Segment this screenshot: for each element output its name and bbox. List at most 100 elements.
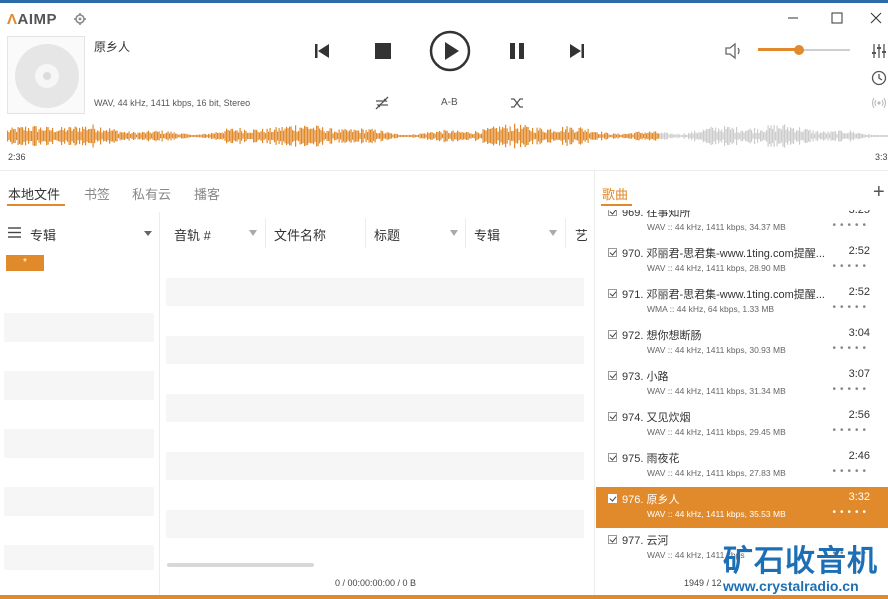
play-icon[interactable] — [429, 30, 471, 72]
filter-icon[interactable] — [549, 230, 557, 236]
tab-local-files[interactable]: 本地文件 — [8, 184, 60, 203]
rating-dots[interactable]: ••••• — [832, 507, 870, 518]
filter-icon[interactable] — [249, 230, 257, 236]
playlist-item-title: 976. 原乡人 — [622, 494, 680, 506]
radio-broadcast-icon[interactable] — [871, 95, 887, 111]
checkbox[interactable] — [608, 210, 617, 216]
list-row-stripe — [4, 313, 154, 342]
tab-podcasts[interactable]: 播客 — [194, 184, 220, 203]
checkbox[interactable] — [608, 330, 617, 339]
column-title[interactable]: 标题 — [374, 225, 400, 244]
column-separator[interactable] — [365, 218, 366, 248]
now-playing-info: WAV, 44 kHz, 1411 kbps, 16 bit, Stereo — [94, 98, 251, 108]
rating-dots[interactable]: ••••• — [832, 466, 870, 477]
rating-dots[interactable]: ••••• — [832, 343, 870, 354]
playlist-item-title: 975. 雨夜花 — [622, 453, 680, 465]
column-separator[interactable] — [565, 218, 566, 248]
rating-dots[interactable]: ••••• — [832, 302, 870, 313]
rating-dots[interactable]: ••••• — [832, 261, 870, 272]
divider — [159, 212, 160, 596]
checkbox[interactable] — [608, 371, 617, 380]
watermark-url: www.crystalradio.cn — [723, 578, 859, 594]
playlist[interactable]: 969. 往事知所 3:25 WAV :: 44 kHz, 1411 kbps, 3… — [596, 210, 888, 570]
playlist-item-meta: WAV :: 44 kHz, 1411 kbps, 31.34 MB — [647, 386, 786, 396]
playlist-item-meta: WAV :: 44 kHz, 1411 kbps, 28.90 MB — [647, 263, 786, 273]
column-separator[interactable] — [265, 218, 266, 248]
next-icon[interactable] — [567, 41, 587, 61]
clock-icon[interactable] — [871, 70, 887, 86]
add-playlist-button[interactable]: + — [873, 182, 885, 202]
playlist-item[interactable]: 972. 想你想断肠 3:04 WAV :: 44 kHz, 1411 kbps, … — [596, 323, 888, 364]
table-row — [166, 510, 584, 538]
playlist-item-duration: 3:07 — [848, 368, 870, 380]
column-separator[interactable] — [465, 218, 466, 248]
volume-icon[interactable] — [724, 42, 744, 60]
minimize-icon[interactable] — [783, 8, 803, 28]
playlist-item-title: 970. 邓丽君-思君集-www.1ting.com提醒... — [622, 248, 825, 260]
total-time: 3:32 — [875, 152, 888, 162]
watermark: 矿石收音机 — [723, 545, 878, 578]
album-cover — [7, 36, 85, 114]
playlist-item[interactable]: 976. 原乡人 3:32 WAV :: 44 kHz, 1411 kbps, 35… — [596, 487, 888, 528]
stop-icon[interactable] — [373, 41, 393, 61]
checkbox[interactable] — [608, 412, 617, 421]
playlist-item-meta: WMA :: 44 kHz, 64 kbps, 1.33 MB — [647, 304, 775, 314]
shuffle-icon[interactable] — [509, 95, 525, 111]
waveform-seekbar[interactable] — [7, 122, 888, 150]
previous-icon[interactable] — [312, 41, 332, 61]
album-all-item[interactable]: * — [6, 255, 44, 271]
checkbox[interactable] — [608, 289, 617, 298]
playlist-item[interactable]: 971. 邓丽君-思君集-www.1ting.com提醒... 2:52 WMA :… — [596, 282, 888, 323]
column-file-name[interactable]: 文件名称 — [274, 225, 326, 244]
playlist-item[interactable]: 970. 邓丽君-思君集-www.1ting.com提醒... 2:52 WAV :… — [596, 241, 888, 282]
rating-dots[interactable]: ••••• — [832, 425, 870, 436]
tab-private-cloud[interactable]: 私有云 — [132, 184, 171, 203]
chevron-down-icon[interactable] — [144, 231, 152, 236]
equalizer-icon[interactable] — [871, 43, 887, 59]
checkbox[interactable] — [608, 248, 617, 257]
volume-handle[interactable] — [794, 45, 805, 55]
list-row-stripe — [4, 371, 154, 400]
close-icon[interactable] — [866, 8, 886, 28]
rating-dots[interactable]: ••••• — [832, 220, 870, 231]
rating-dots[interactable]: ••••• — [832, 384, 870, 395]
playlist-item-duration: 3:25 — [848, 210, 870, 216]
playlist-item[interactable]: 975. 雨夜花 2:46 WAV :: 44 kHz, 1411 kbps, 27… — [596, 446, 888, 487]
divider — [0, 170, 888, 171]
column-album[interactable]: 专辑 — [474, 225, 500, 244]
active-tab-indicator — [601, 204, 632, 206]
playlist-item[interactable]: 974. 又见炊烟 2:56 WAV :: 44 kHz, 1411 kbps, 2… — [596, 405, 888, 446]
playlist-item[interactable]: 973. 小路 3:07 WAV :: 44 kHz, 1411 kbps, 31.… — [596, 364, 888, 405]
playlist-item-title: 972. 想你想断肠 — [622, 330, 702, 342]
repeat-off-icon[interactable] — [374, 95, 390, 111]
hamburger-icon[interactable] — [8, 227, 21, 238]
playlist-item-meta: WAV :: 44 kHz, 1411 kbps, 34.37 MB — [647, 222, 786, 232]
table-row — [166, 452, 584, 480]
playlist-item-title: 974. 又见炊烟 — [622, 412, 691, 424]
elapsed-time: 2:36 — [8, 152, 26, 162]
column-artist[interactable]: 艺 — [575, 225, 587, 244]
pause-icon[interactable] — [507, 41, 527, 61]
playlist-item-meta: WAV :: 44 kHz, 1411 kbps, 29.45 MB — [647, 427, 786, 437]
gear-icon[interactable] — [73, 12, 87, 26]
checkbox[interactable] — [608, 453, 617, 462]
table-row — [166, 278, 584, 306]
checkbox[interactable] — [608, 494, 617, 503]
column-track-number[interactable]: 音轨 # — [174, 225, 211, 244]
playlist-item[interactable]: 969. 往事知所 3:25 WAV :: 44 kHz, 1411 kbps, 3… — [596, 210, 888, 241]
filter-icon[interactable] — [450, 230, 458, 236]
playlist-item-meta: WAV :: 44 kHz, 1411 kbps, 35.53 MB — [647, 509, 786, 519]
playlist-item-duration: 2:46 — [848, 450, 870, 462]
checkbox[interactable] — [608, 535, 617, 544]
album-grouping-header[interactable]: 专辑 — [30, 225, 56, 244]
ab-repeat-button[interactable]: A-B — [441, 97, 458, 108]
maximize-icon[interactable] — [827, 8, 847, 28]
playlist-item-duration: 2:52 — [848, 245, 870, 257]
list-row-stripe — [4, 545, 154, 570]
tab-bookmarks[interactable]: 书签 — [84, 184, 110, 203]
disc-icon — [15, 44, 79, 108]
playlist-item-duration: 2:52 — [848, 286, 870, 298]
playlist-tab[interactable]: 歌曲 — [602, 184, 628, 203]
window-bottom-border — [0, 595, 888, 599]
horizontal-scrollbar[interactable] — [167, 563, 314, 567]
